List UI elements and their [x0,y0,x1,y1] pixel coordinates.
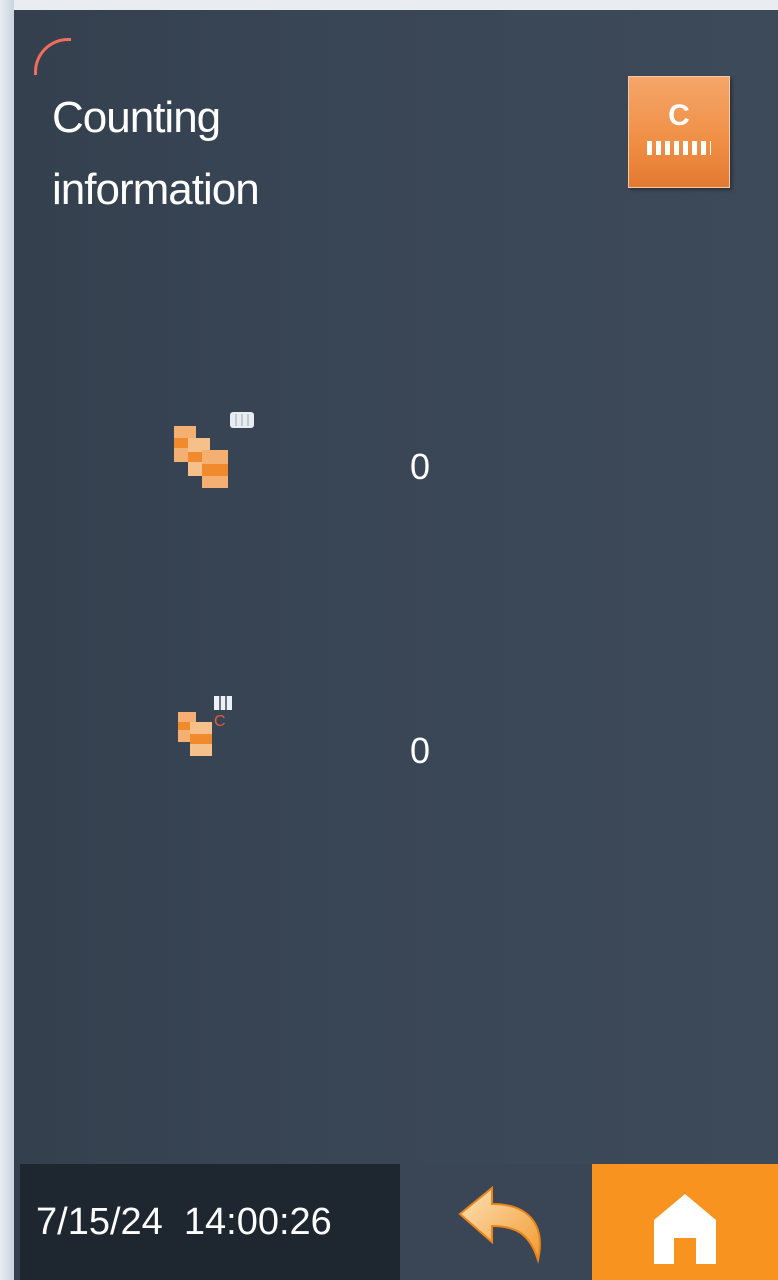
total-count-value: 0 [410,446,431,487]
back-arrow-icon [458,1185,541,1264]
clear-counter-button[interactable]: C [628,76,730,188]
clearable-count-icon: C [178,696,232,756]
counter-row-clearable: C 0 [14,686,778,786]
home-icon [654,1194,716,1264]
counting-information-screen: Counting information C 0 C 0 7/15/24 14:… [14,10,778,1280]
back-button[interactable] [400,1164,592,1280]
window-left-edge [0,0,14,1280]
clearable-count-value: 0 [410,730,431,771]
corner-arc-decoration [34,38,71,75]
datetime-display: 7/15/24 14:00:26 [20,1164,400,1280]
total-count-icon [174,412,254,488]
window-top-edge [0,0,778,10]
counter-row-total: 0 [14,400,778,500]
footer-bar: 7/15/24 14:00:26 [14,1164,778,1280]
home-button[interactable] [592,1164,778,1280]
clear-button-label: C [668,99,690,132]
page-title: Counting information [52,93,260,214]
svg-text:C: C [214,713,226,730]
clear-counter-icon [647,141,711,155]
